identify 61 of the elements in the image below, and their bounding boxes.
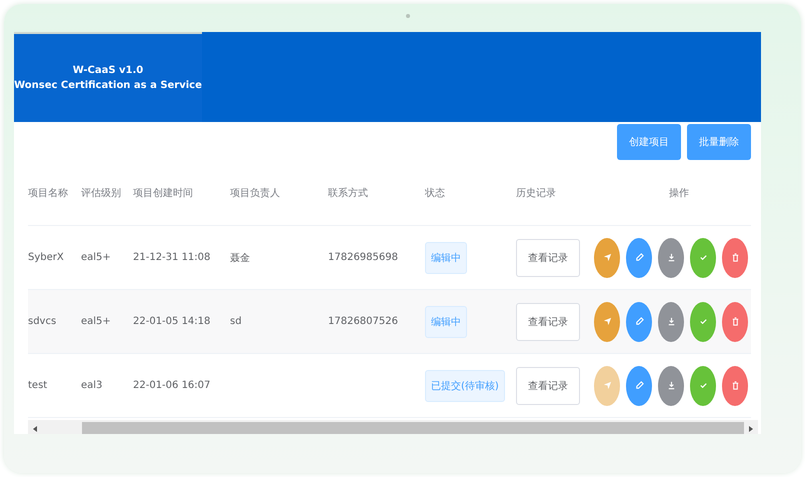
history-button[interactable]: 查看记录 bbox=[516, 302, 580, 340]
table-cell: 22-01-06 16:07 bbox=[133, 380, 210, 391]
trash-icon bbox=[730, 253, 740, 262]
download-icon bbox=[666, 317, 676, 326]
approve-button[interactable] bbox=[690, 238, 716, 278]
trash-icon bbox=[730, 381, 740, 390]
table-cell: eal3 bbox=[81, 380, 102, 391]
edit-button[interactable] bbox=[626, 366, 652, 406]
download-button[interactable] bbox=[658, 366, 684, 406]
app-subtitle: Wonsec Certification as a Service bbox=[14, 80, 202, 91]
column-header: 状态 bbox=[425, 186, 446, 200]
approve-button[interactable] bbox=[690, 366, 716, 406]
app-title: W-CaaS v1.0 bbox=[72, 65, 144, 76]
delete-button[interactable] bbox=[722, 302, 748, 342]
table-cell: 聂金 bbox=[230, 252, 250, 264]
status-tag: 编辑中 bbox=[425, 242, 467, 274]
check-icon bbox=[698, 317, 708, 326]
download-icon bbox=[666, 253, 676, 262]
table-cell: 17826807526 bbox=[328, 316, 398, 327]
send-icon bbox=[602, 381, 612, 390]
table-cell: 22-01-05 14:18 bbox=[133, 316, 210, 327]
status-tag: 编辑中 bbox=[425, 306, 467, 338]
table-cell: test bbox=[28, 380, 48, 391]
check-icon bbox=[698, 253, 708, 262]
trash-icon bbox=[730, 317, 740, 326]
column-header: 历史记录 bbox=[516, 186, 557, 200]
table-cell: 17826985698 bbox=[328, 252, 398, 263]
edit-button[interactable] bbox=[626, 238, 652, 278]
column-header: 项目名称 bbox=[28, 187, 69, 200]
table-cell: eal5+ bbox=[81, 252, 111, 263]
approve-button[interactable] bbox=[690, 302, 716, 342]
pen-icon bbox=[634, 253, 644, 262]
table-cell: eal5+ bbox=[81, 316, 111, 327]
check-icon bbox=[698, 381, 708, 390]
scroll-right-icon[interactable] bbox=[748, 426, 754, 432]
column-header: 操作 bbox=[668, 187, 690, 200]
delete-button[interactable] bbox=[722, 238, 748, 278]
send-icon bbox=[602, 253, 612, 262]
pen-icon bbox=[634, 317, 644, 326]
column-header: 评估级别 bbox=[81, 187, 122, 200]
send-button[interactable] bbox=[594, 302, 620, 342]
column-header: 项目负责人 bbox=[230, 186, 281, 200]
download-icon bbox=[666, 381, 676, 390]
table-cell: sd bbox=[230, 316, 242, 327]
status-tag: 已提交(待审核) bbox=[425, 370, 505, 402]
pen-icon bbox=[634, 381, 644, 390]
column-header: 项目创建时间 bbox=[133, 186, 194, 200]
scroll-left-icon[interactable] bbox=[32, 426, 38, 432]
table-cell: SyberX bbox=[28, 252, 64, 263]
send-icon bbox=[602, 317, 612, 326]
send-button[interactable] bbox=[594, 238, 620, 278]
delete-button[interactable] bbox=[722, 366, 748, 406]
download-button[interactable] bbox=[658, 302, 684, 342]
history-button[interactable]: 查看记录 bbox=[516, 366, 580, 404]
horizontal-scrollbar[interactable] bbox=[28, 420, 758, 434]
history-button[interactable]: 查看记录 bbox=[516, 238, 580, 276]
table-cell: sdvcs bbox=[28, 316, 56, 327]
download-button[interactable] bbox=[658, 238, 684, 278]
edit-button[interactable] bbox=[626, 302, 652, 342]
table-cell: 21-12-31 11:08 bbox=[133, 252, 210, 263]
column-header: 联系方式 bbox=[328, 186, 369, 200]
